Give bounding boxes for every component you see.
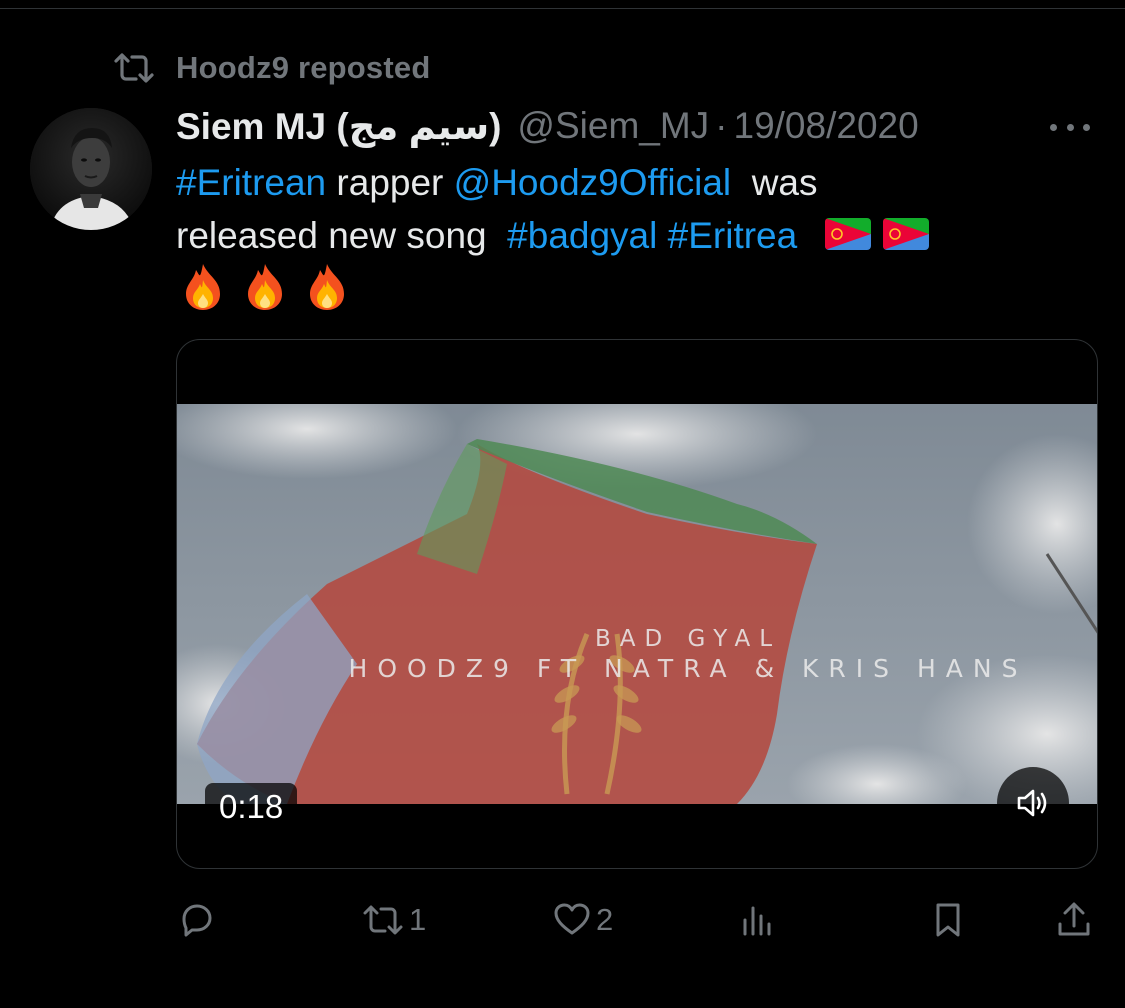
tweet-text-line-2: released new song #badgyal #Eritrea [176,209,1076,262]
text-segment: rapper [326,162,454,203]
text-segment [657,215,667,256]
repost-icon [363,905,403,935]
repost-icon [112,51,156,85]
video-duration: 0:18 [205,783,298,831]
heart-icon [554,903,590,935]
tweet-text: #Eritrean rapper @Hoodz9Official was rel… [176,156,1076,315]
avatar[interactable] [30,108,152,230]
video-title: BAD GYAL [594,626,782,652]
repost-count: 1 [409,902,427,937]
text-segment: was [731,162,818,203]
volume-icon [1017,789,1047,817]
flag-eritrea-icon [825,218,872,251]
more-options-icon[interactable] [1046,112,1094,142]
video-player[interactable]: BAD GYAL HOODZ9 FT NATRA & KRIS HANS [177,404,1097,804]
hashtag-eritrean[interactable]: #Eritrean [176,162,326,203]
flag-eritrea-icon [883,218,930,251]
separator-dot: · [715,105,728,146]
tweet-text-line-3 [176,262,1076,315]
share-button[interactable] [1054,895,1094,945]
reply-icon [182,904,212,937]
like-button[interactable]: 2 [552,895,613,945]
video-subtitle: HOODZ9 FT NATRA & KRIS HANS [348,654,1028,683]
like-count: 2 [596,902,614,937]
reply-button[interactable] [176,895,220,945]
tweet-header: Siem MJ (سيم مج) @Siem_MJ · 19/08/2020 [176,100,919,152]
text-segment: released new song [176,215,508,256]
bookmark-button[interactable] [928,895,968,945]
tweet-date[interactable]: 19/08/2020 [734,105,919,147]
video-card[interactable]: BAD GYAL HOODZ9 FT NATRA & KRIS HANS 0:1… [176,339,1098,869]
fire-icon [304,262,350,312]
repost-label: Hoodz9 reposted [176,50,431,85]
top-divider [0,8,1125,9]
bookmark-icon [936,903,960,937]
repost-indicator[interactable]: Hoodz9 reposted [112,48,430,88]
share-icon [1058,902,1090,936]
views-button[interactable] [738,895,782,945]
fire-icon [242,262,288,312]
user-handle[interactable]: @Siem_MJ [517,105,709,147]
hashtag-eritrea[interactable]: #Eritrea [668,215,798,256]
display-name[interactable]: Siem MJ (سيم مج) [176,105,501,148]
hashtag-badgyal[interactable]: #badgyal [507,215,657,256]
tweet-text-line-1: #Eritrean rapper @Hoodz9Official was [176,156,1076,209]
action-bar: 1 2 [176,895,1098,945]
mention-hoodz9official[interactable]: @Hoodz9Official [454,162,732,203]
fire-icon [180,262,226,312]
views-icon [743,906,771,936]
video-thumbnail [177,404,1097,804]
retweet-button[interactable]: 1 [361,895,426,945]
volume-button[interactable] [997,767,1069,839]
